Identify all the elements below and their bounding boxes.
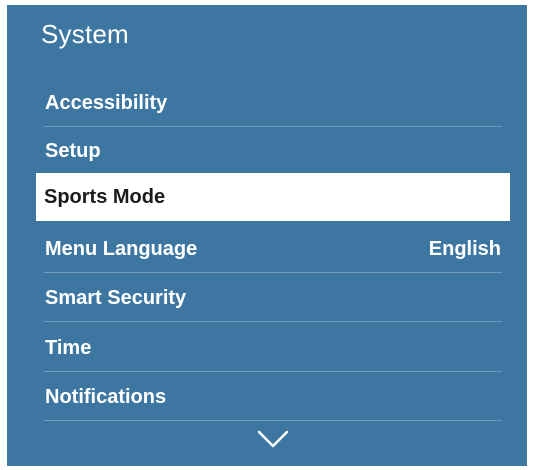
panel-title: System — [41, 19, 129, 49]
menu-item-notifications[interactable]: Notifications — [34, 373, 510, 421]
menu-item-label: Setup — [45, 139, 101, 162]
divider — [44, 272, 502, 273]
menu-item-smart-security[interactable]: Smart Security — [34, 274, 510, 322]
system-menu-panel: System Accessibility Setup Sports Mode M… — [7, 5, 527, 466]
chevron-down-icon[interactable] — [257, 429, 289, 449]
menu-item-label: Sports Mode — [44, 185, 166, 208]
menu-item-label: Smart Security — [45, 286, 187, 309]
menu-item-label: Menu Language — [45, 237, 198, 260]
menu-item-value: English — [428, 237, 501, 260]
menu-item-time[interactable]: Time — [34, 324, 510, 372]
divider — [44, 420, 502, 421]
menu-item-sports-mode[interactable]: Sports Mode — [36, 173, 510, 221]
menu-item-label: Accessibility — [45, 91, 168, 114]
divider — [44, 371, 502, 372]
divider — [44, 321, 502, 322]
menu-item-label: Time — [45, 336, 92, 359]
menu-item-label: Notifications — [45, 385, 167, 408]
menu-item-accessibility[interactable]: Accessibility — [34, 79, 510, 127]
menu-item-setup[interactable]: Setup — [34, 127, 510, 175]
menu-item-menu-language[interactable]: Menu Language English — [34, 225, 510, 273]
